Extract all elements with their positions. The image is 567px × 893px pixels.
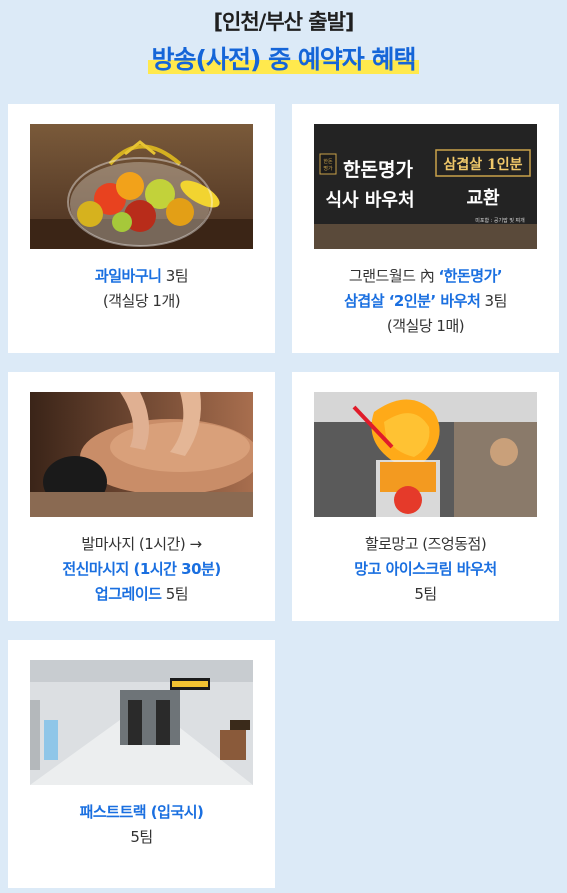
- voucher-location: 그랜드월드 內: [348, 267, 439, 285]
- fruit-basket-label: 과일바구니: [94, 267, 162, 285]
- voucher-count: 3팀: [480, 292, 508, 310]
- fruit-basket-note: (객실당 1개): [102, 292, 181, 310]
- mango-description: 할로망고 (즈엉동점) 망고 아이스크림 바우처 5팀: [292, 532, 559, 607]
- subtitle: [인천/부산 출발]: [213, 10, 354, 34]
- fruit-basket-description: 과일바구니 3팀 (객실당 1개): [8, 264, 275, 314]
- benefit-card-mango: 할로망고 (즈엉동점) 망고 아이스크림 바우처 5팀: [292, 372, 559, 621]
- svg-text:삼겹살 1인분: 삼겹살 1인분: [443, 156, 522, 173]
- page-title: 방송(사전) 중 예약자 혜택: [147, 40, 420, 76]
- voucher-meal-text: 식사 바우처: [325, 190, 414, 211]
- massage-image: [30, 392, 253, 517]
- benefit-card-fruit-basket: 과일바구니 3팀 (객실당 1개): [8, 104, 275, 353]
- massage-count: 5팀: [161, 585, 189, 603]
- svg-text:한돈: 한돈: [323, 159, 333, 165]
- fast-track-description: 패스트트랙 (입국시) 5팀: [8, 800, 275, 850]
- svg-text:미포함 : 공기밥 및 찌개: 미포함 : 공기밥 및 찌개: [475, 217, 525, 224]
- massage-description: 발마사지 (1시간) → 전신마시지 (1시간 30분) 업그레이드 5팀: [8, 532, 275, 607]
- benefit-card-meal-voucher: 한돈 명가 한돈명가 식사 바우처 삼겹살 1인분 교환 미포함 : 공기밥 및…: [292, 104, 559, 353]
- fruit-basket-image: [30, 124, 253, 249]
- fast-track-label: 패스트트랙 (입국시): [79, 803, 204, 821]
- benefit-card-massage: 발마사지 (1시간) → 전신마시지 (1시간 30분) 업그레이드 5팀: [8, 372, 275, 621]
- fast-track-image: [30, 660, 253, 785]
- meal-voucher-description: 그랜드월드 內 ‘한돈명가’ 삼겹살 ‘2인분’ 바우처 3팀 (객실당 1매): [292, 264, 559, 339]
- mango-voucher: 망고 아이스크림 바우처: [354, 560, 497, 578]
- massage-upgrade-label: 업그레이드: [94, 585, 162, 603]
- benefit-card-fast-track: 패스트트랙 (입국시) 5팀: [8, 640, 275, 888]
- massage-base: 발마사지 (1시간) →: [81, 535, 202, 553]
- mango-icecream-image: [314, 392, 537, 517]
- meal-voucher-image: 한돈 명가 한돈명가 식사 바우처 삼겹살 1인분 교환 미포함 : 공기밥 및…: [314, 124, 537, 249]
- voucher-restaurant: ‘한돈명가’: [438, 267, 503, 285]
- voucher-brand-text: 한돈명가: [343, 159, 413, 181]
- fast-track-count: 5팀: [130, 828, 153, 846]
- massage-upgrade: 전신마시지 (1시간 30분): [62, 560, 221, 578]
- page-title-text: 방송(사전) 중 예약자 혜택: [151, 45, 417, 74]
- svg-text:교환: 교환: [466, 187, 500, 209]
- mango-store: 할로망고 (즈엉동점): [364, 535, 487, 553]
- fruit-basket-count: 3팀: [161, 267, 189, 285]
- voucher-note: (객실당 1매): [386, 317, 465, 335]
- mango-count: 5팀: [414, 585, 437, 603]
- voucher-item: 삼겹살 ‘2인분’ 바우처: [344, 292, 481, 310]
- svg-text:명가: 명가: [323, 165, 333, 172]
